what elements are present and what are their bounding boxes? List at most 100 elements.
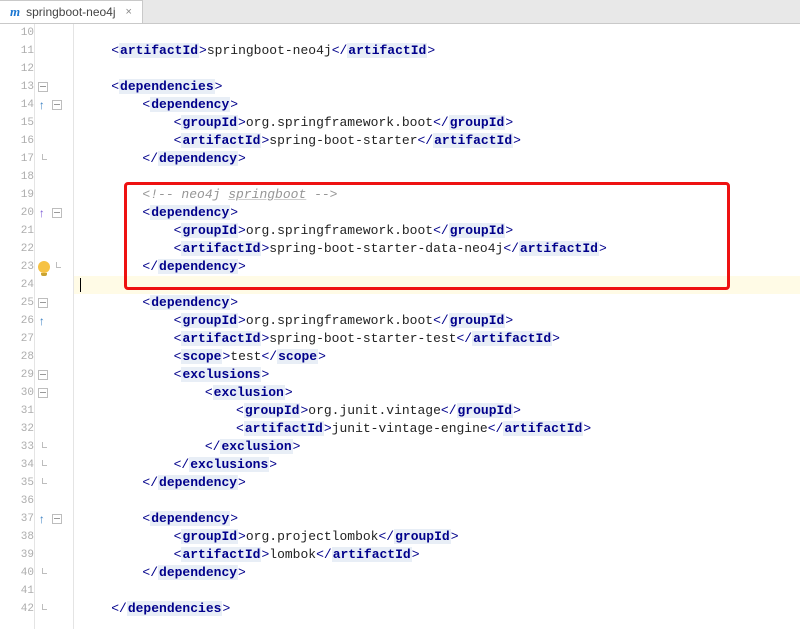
line-number: 24 — [4, 276, 34, 294]
gutter-line: 25 — [0, 294, 74, 312]
gutter-line: 12 — [0, 60, 74, 78]
gutter-line: 19 — [0, 186, 74, 204]
xml-tag: dependency — [158, 565, 238, 580]
xml-text: </ — [457, 331, 473, 346]
code-line[interactable]: </dependency> — [74, 474, 800, 492]
xml-text: org.junit.vintage — [308, 403, 441, 418]
xml-tag: artifactId — [244, 421, 324, 436]
xml-tag: groupId — [394, 529, 451, 544]
gutter-icons — [34, 261, 74, 273]
xml-text: > — [505, 115, 513, 130]
gutter-line: 34 — [0, 456, 74, 474]
code-area[interactable]: <artifactId>springboot-neo4j</artifactId… — [74, 24, 800, 629]
xml-tag: groupId — [244, 403, 301, 418]
xml-text: > — [318, 349, 326, 364]
code-line[interactable] — [74, 24, 800, 42]
xml-tag: groupId — [449, 313, 506, 328]
xml-tag: dependency — [158, 475, 238, 490]
override-up-icon[interactable] — [38, 513, 50, 525]
line-number: 25 — [4, 294, 34, 312]
code-line[interactable]: <dependency> — [74, 294, 800, 312]
code-line[interactable]: <groupId>org.springframework.boot</group… — [74, 114, 800, 132]
code-line[interactable]: <dependency> — [74, 510, 800, 528]
fold-toggle-icon[interactable] — [38, 388, 48, 398]
xml-tag: artifactId — [347, 43, 427, 58]
gutter-icons — [34, 442, 74, 452]
code-line[interactable]: <groupId>org.junit.vintage</groupId> — [74, 402, 800, 420]
xml-text: </ — [111, 601, 127, 616]
code-line[interactable] — [74, 168, 800, 186]
override-up-icon[interactable] — [38, 315, 50, 327]
code-line[interactable]: </dependency> — [74, 150, 800, 168]
fold-toggle-icon[interactable] — [52, 514, 62, 524]
code-line[interactable]: </dependencies> — [74, 600, 800, 618]
gutter-line: 30 — [0, 384, 74, 402]
code-line[interactable]: <artifactId>junit-vintage-engine</artifa… — [74, 420, 800, 438]
xml-tag: groupId — [181, 115, 238, 130]
code-editor[interactable]: 1011121314151617181920212223242526272829… — [0, 24, 800, 629]
code-line[interactable]: </exclusion> — [74, 438, 800, 456]
xml-tag: scope — [277, 349, 318, 364]
code-line[interactable]: </dependency> — [74, 258, 800, 276]
code-line[interactable]: <exclusion> — [74, 384, 800, 402]
xml-tag: dependencies — [119, 79, 215, 94]
code-line[interactable]: <artifactId>springboot-neo4j</artifactId… — [74, 42, 800, 60]
gutter-line: 27 — [0, 330, 74, 348]
code-line[interactable]: </dependency> — [74, 564, 800, 582]
code-line[interactable]: <exclusions> — [74, 366, 800, 384]
fold-toggle-icon[interactable] — [38, 298, 48, 308]
line-number: 27 — [4, 330, 34, 348]
code-line[interactable] — [74, 276, 800, 294]
xml-text: > — [505, 313, 513, 328]
code-line[interactable]: <scope>test</scope> — [74, 348, 800, 366]
code-line[interactable]: <groupId>org.projectlombok</groupId> — [74, 528, 800, 546]
file-tab[interactable]: m springboot-neo4j × — [0, 0, 143, 23]
gutter-icons — [34, 298, 74, 308]
fold-toggle-icon[interactable] — [52, 208, 62, 218]
code-line[interactable]: <artifactId>spring-boot-starter</artifac… — [74, 132, 800, 150]
gutter-line: 32 — [0, 420, 74, 438]
code-line[interactable]: <artifactId>spring-boot-starter-data-neo… — [74, 240, 800, 258]
close-icon[interactable]: × — [126, 6, 132, 18]
intention-bulb-icon[interactable] — [38, 261, 50, 273]
xml-text: > — [238, 115, 246, 130]
xml-tag: artifactId — [119, 43, 199, 58]
gutter-line: 42 — [0, 600, 74, 618]
xml-text: org.springframework.boot — [246, 313, 433, 328]
line-number: 11 — [4, 42, 34, 60]
fold-end-icon — [38, 154, 48, 164]
xml-tag: dependency — [150, 511, 230, 526]
code-line[interactable]: <groupId>org.springframework.boot</group… — [74, 222, 800, 240]
code-line[interactable]: <groupId>org.springframework.boot</group… — [74, 312, 800, 330]
code-line[interactable] — [74, 582, 800, 600]
fold-toggle-icon[interactable] — [38, 370, 48, 380]
code-line[interactable]: <dependencies> — [74, 78, 800, 96]
code-line[interactable]: <dependency> — [74, 204, 800, 222]
code-line[interactable]: </exclusions> — [74, 456, 800, 474]
code-line[interactable] — [74, 492, 800, 510]
xml-text: </ — [261, 349, 277, 364]
xml-text: > — [238, 475, 246, 490]
fold-toggle-icon[interactable] — [52, 100, 62, 110]
xml-tag: groupId — [449, 115, 506, 130]
xml-tag: dependency — [150, 205, 230, 220]
code-line[interactable]: <!-- neo4j springboot --> — [74, 186, 800, 204]
code-line[interactable]: <dependency> — [74, 96, 800, 114]
gutter-line: 24 — [0, 276, 74, 294]
xml-text: > — [269, 457, 277, 472]
xml-comment: springboot — [228, 187, 306, 202]
line-number: 36 — [4, 492, 34, 510]
line-number: 14 — [4, 96, 34, 114]
xml-tag: dependency — [158, 259, 238, 274]
xml-tag: dependency — [150, 295, 230, 310]
line-number: 21 — [4, 222, 34, 240]
override-up-icon[interactable] — [38, 99, 50, 111]
code-line[interactable]: <artifactId>spring-boot-starter-test</ar… — [74, 330, 800, 348]
xml-text: > — [238, 259, 246, 274]
fold-toggle-icon[interactable] — [38, 82, 48, 92]
line-number: 12 — [4, 60, 34, 78]
code-line[interactable]: <artifactId>lombok</artifactId> — [74, 546, 800, 564]
xml-text: org.springframework.boot — [246, 223, 433, 238]
code-line[interactable] — [74, 60, 800, 78]
override-up-icon[interactable] — [38, 207, 50, 219]
